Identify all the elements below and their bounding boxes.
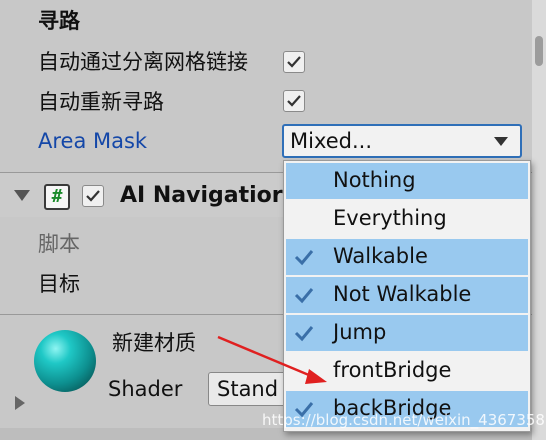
checkmark-icon (294, 288, 314, 304)
menu-item-label: Walkable (333, 244, 428, 268)
menu-item[interactable]: Nothing (286, 163, 528, 199)
shader-value: Stand (217, 377, 279, 401)
menu-item-label: frontBridge (333, 358, 452, 382)
auto-link-checkbox[interactable] (283, 51, 305, 73)
material-name: 新建材质 (112, 331, 196, 355)
area-mask-menu: Nothing Everything Walkable Not Walkable Jum… (283, 160, 531, 432)
material-preview-sphere (34, 330, 96, 392)
checkmark-icon (294, 250, 314, 266)
menu-item-label: Jump (333, 320, 387, 344)
auto-repath-checkbox[interactable] (283, 90, 305, 112)
menu-item[interactable]: Jump (286, 315, 528, 351)
menu-item[interactable]: Not Walkable (286, 277, 528, 313)
chevron-down-icon (494, 137, 508, 146)
script-icon: # (44, 184, 70, 210)
area-mask-dropdown[interactable]: Mixed... (282, 124, 522, 158)
target-label: 目标 (38, 272, 80, 296)
component-title: AI Navigatior (120, 183, 283, 208)
script-label: 脚本 (38, 232, 80, 256)
watermark: https://blog.csdn.net/weixin_43673589 (262, 411, 546, 429)
material-foldout-icon[interactable] (15, 396, 25, 410)
menu-item[interactable]: Walkable (286, 239, 528, 275)
component-enabled-checkbox[interactable] (82, 185, 104, 207)
shader-label: Shader (108, 377, 183, 401)
scrollbar-thumb[interactable] (535, 36, 543, 66)
area-mask-value: Mixed... (290, 129, 373, 153)
menu-item-label: Everything (333, 206, 447, 230)
checkmark-icon (287, 56, 301, 68)
checkmark-icon (287, 95, 301, 107)
menu-item[interactable]: Everything (286, 201, 528, 237)
menu-item-label: Nothing (333, 168, 416, 192)
vertical-scrollbar[interactable] (532, 0, 546, 440)
area-mask-label: Area Mask (38, 129, 148, 153)
section-title: 寻路 (38, 9, 80, 33)
auto-link-label: 自动通过分离网格链接 (38, 50, 248, 74)
checkmark-icon (294, 326, 314, 342)
foldout-arrow-icon[interactable] (14, 190, 30, 201)
menu-item-label: Not Walkable (333, 282, 472, 306)
menu-item[interactable]: frontBridge (286, 353, 528, 389)
auto-repath-label: 自动重新寻路 (38, 90, 164, 114)
checkmark-icon (86, 190, 100, 202)
